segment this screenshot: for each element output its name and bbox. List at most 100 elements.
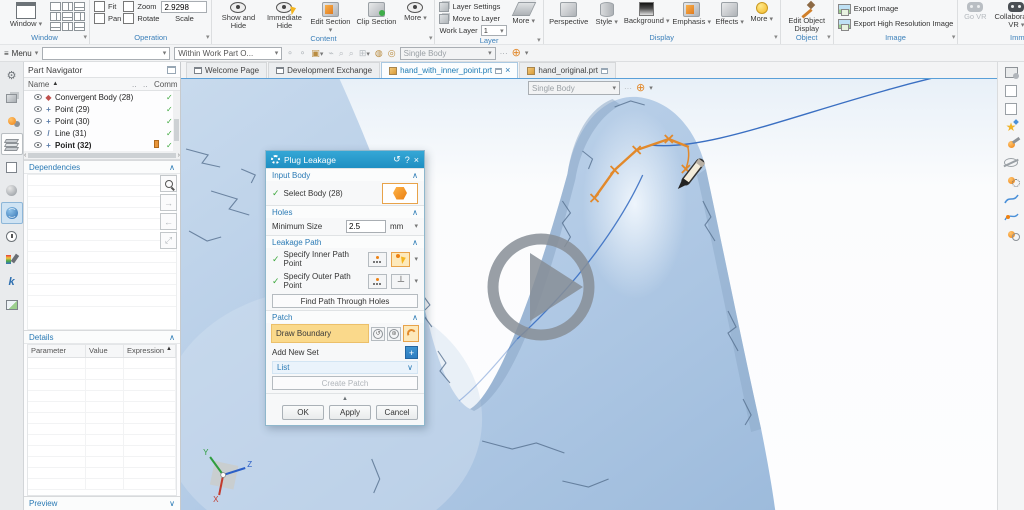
tree-row-point-30[interactable]: + Point (30) ✓ [24, 115, 180, 127]
boundary-region-button[interactable]: ⊛ [387, 327, 401, 341]
scenes-icon[interactable] [1, 294, 23, 316]
materials-icon[interactable]: k [1, 271, 23, 293]
visibility-eye-icon[interactable] [34, 142, 42, 148]
reuse-library-icon[interactable] [1, 156, 23, 178]
draw-boundary-item[interactable]: Draw Boundary [271, 324, 369, 343]
input-body-section-header[interactable]: Input Body∧ [266, 168, 424, 181]
web-browser-icon[interactable] [1, 202, 23, 224]
tree-row-convergent-body[interactable]: ◆ Convergent Body (28) ✓ [24, 91, 180, 103]
zoom-button[interactable]: Zoom [123, 1, 159, 12]
target-dropdown-icon[interactable]: ▾ [525, 49, 529, 57]
fit-button[interactable]: Fit [94, 1, 121, 12]
edit-point-icon[interactable] [1003, 137, 1019, 152]
export-image-button[interactable]: Export Image [838, 3, 954, 14]
zoom-in-filter-icon[interactable]: ⌕ [339, 48, 344, 59]
dependencies-header[interactable]: Dependencies∧ [24, 160, 180, 174]
inner-point-button[interactable] [391, 252, 410, 267]
spline-tool-icon[interactable] [1003, 191, 1019, 206]
tree-row-line-31[interactable]: / Line (31) ✓ [24, 127, 180, 139]
cancel-button[interactable]: Cancel [376, 405, 418, 420]
floating-selection-type-combo[interactable]: Single Body▾ [528, 81, 620, 95]
dialog-title-bar[interactable]: Plug Leakage ↺ ? × [266, 151, 424, 168]
unit-combo[interactable]: mm▾ [390, 222, 418, 231]
patch-section-header[interactable]: Patch∧ [266, 310, 424, 323]
type-filter-icon[interactable]: ▣▾ [311, 48, 323, 59]
draw-curve-button[interactable] [403, 325, 419, 342]
tree-horizontal-scrollbar[interactable]: ‹› [24, 151, 180, 160]
snap-point-icon[interactable]: ⚬ [299, 48, 307, 59]
constraint-navigator-icon[interactable] [1, 110, 23, 132]
checkbox-blank-icon[interactable] [1003, 83, 1019, 98]
visibility-eye-icon[interactable] [34, 118, 42, 124]
edit-section-button[interactable]: Edit Section ▾ [308, 1, 352, 34]
dialog-help-icon[interactable]: ? [405, 155, 410, 165]
tab-development-exchange[interactable]: Development Exchange [268, 62, 380, 78]
content-more-button[interactable]: More ▾ [400, 1, 430, 22]
dialog-reset-icon[interactable]: ↺ [393, 154, 401, 165]
floating-target-icon[interactable]: ⊕ [636, 83, 645, 94]
details-col-parameter[interactable]: Parameter [28, 345, 86, 357]
ok-button[interactable]: OK [282, 405, 324, 420]
tab-hand-with-inner-point[interactable]: hand_with_inner_point.prt × [381, 62, 518, 78]
visibility-eye-icon[interactable] [34, 94, 42, 100]
lasso-select-icon[interactable]: ⌁ [328, 48, 333, 59]
clip-section-button[interactable]: Clip Section [354, 1, 398, 26]
scale-input[interactable] [161, 1, 207, 13]
pan-button[interactable]: Pan [94, 13, 121, 24]
point-settings-icon[interactable] [1003, 173, 1019, 188]
window-restore-icon[interactable] [495, 68, 502, 74]
inner-point-dialog-button[interactable] [368, 252, 387, 267]
emphasis-button[interactable]: Emphasis ▾ [672, 1, 712, 26]
dependencies-back-button[interactable]: ← [160, 213, 177, 230]
video-play-button[interactable] [481, 227, 601, 347]
window-restore-icon[interactable] [601, 68, 608, 74]
layout-nine-icon[interactable] [74, 22, 85, 31]
boundary-loop-button[interactable]: ↺ [371, 327, 385, 341]
tree-column-headers[interactable]: Name▲ .... Comm [24, 78, 180, 91]
show-and-hide-button[interactable]: Show and Hide [216, 1, 260, 30]
zoom-out-filter-icon[interactable]: ⌕ [349, 48, 354, 59]
close-tab-icon[interactable]: × [505, 66, 510, 75]
collaborative-vr-button[interactable]: Collaborative VR ▾ [990, 1, 1024, 29]
background-button[interactable]: Background ▾ [624, 1, 670, 25]
display-more-button[interactable]: More ▾ [748, 1, 776, 23]
export-hires-button[interactable]: Export High Resolution Image [838, 18, 954, 29]
layout-single-icon[interactable] [50, 2, 61, 11]
layout-split-v-icon[interactable] [62, 2, 73, 11]
rotate-button[interactable]: Rotate [123, 13, 159, 24]
edit-object-display-button[interactable]: Edit Object Display [785, 1, 829, 33]
tree-row-point-29[interactable]: + Point (29) ✓ [24, 103, 180, 115]
hide-object-icon[interactable] [1003, 155, 1019, 170]
hd3d-tools-icon[interactable] [1, 179, 23, 201]
checkbox-blank2-icon[interactable] [1003, 101, 1019, 116]
work-layer-combo[interactable]: 1▾ [481, 25, 507, 36]
floating-more-icon[interactable]: ··· [624, 84, 632, 93]
apply-button[interactable]: Apply [329, 405, 371, 420]
perspective-button[interactable]: Perspective [548, 1, 590, 26]
visibility-eye-icon[interactable] [34, 130, 42, 136]
copy-point-icon[interactable] [1003, 227, 1019, 242]
point-snap-target-icon[interactable]: ⊕ [512, 48, 521, 59]
layer-more-button[interactable]: More ▾ [509, 1, 539, 25]
move-to-layer-button[interactable]: Move to Layer [439, 13, 506, 24]
dialog-collapse-handle[interactable]: ▲ [266, 393, 424, 403]
immediate-hide-button[interactable]: Immediate Hide [262, 1, 306, 30]
add-selection-icon[interactable]: ⊞▾ [359, 48, 370, 59]
effects-button[interactable]: Effects ▾ [714, 1, 746, 26]
select-body-button[interactable] [382, 183, 418, 204]
undock-panel-icon[interactable] [167, 66, 176, 74]
dependencies-search-button[interactable] [160, 175, 177, 192]
tab-welcome-page[interactable]: Welcome Page [186, 62, 267, 78]
settings-gear-icon[interactable]: ⚙ [1, 64, 23, 86]
selection-type-combo[interactable]: Single Body▾ [400, 47, 496, 60]
history-icon[interactable] [1, 225, 23, 247]
style-button[interactable]: Style ▾ [592, 1, 622, 26]
layout-grid-icon[interactable] [62, 12, 73, 21]
holes-section-header[interactable]: Holes∧ [266, 205, 424, 218]
window-button[interactable]: Window ▾ [4, 1, 48, 28]
layer-settings-button[interactable]: Layer Settings [439, 1, 506, 12]
add-new-set-button[interactable]: + [405, 346, 418, 359]
details-header[interactable]: Details∧ [24, 330, 180, 344]
list-collapsed-row[interactable]: List∨ [272, 361, 418, 374]
selection-rules-icon[interactable] [1003, 65, 1019, 80]
